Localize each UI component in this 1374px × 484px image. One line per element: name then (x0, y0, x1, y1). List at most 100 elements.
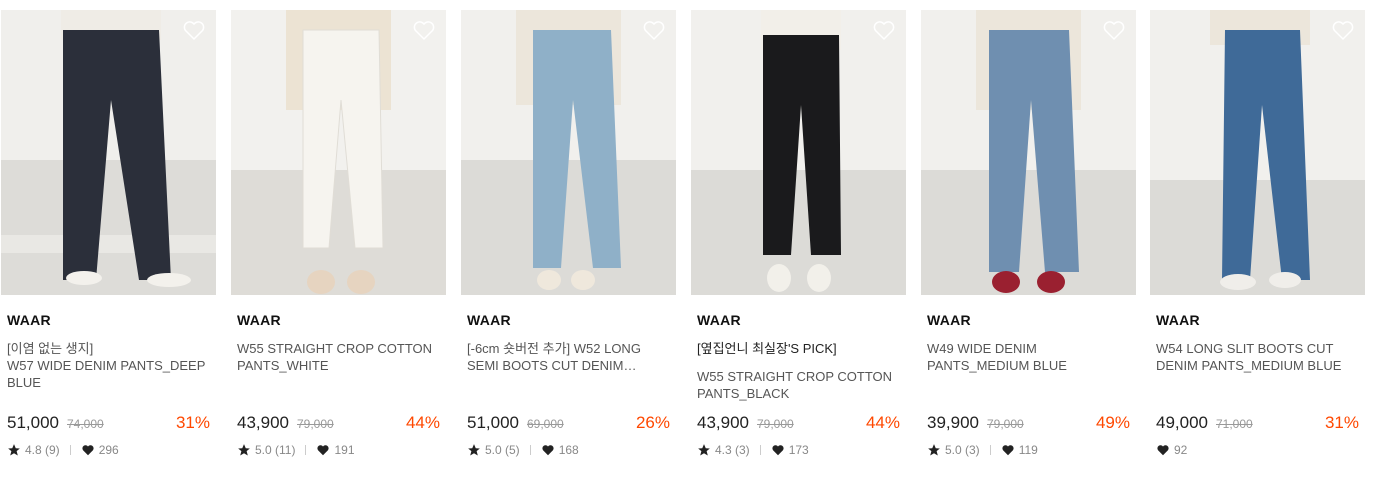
star-icon (7, 443, 21, 457)
wishlist-heart-icon[interactable] (1331, 18, 1355, 42)
jeans-photo (1, 10, 216, 295)
wishlist-heart-icon[interactable] (1102, 18, 1126, 42)
product-card[interactable]: WAAR [-6cm 숏버전 추가] W52 LONG SEMI BOOTS C… (461, 10, 676, 457)
product-card[interactable]: WAAR W49 WIDE DENIM PANTS_MEDIUM BLUE 39… (921, 10, 1136, 457)
price-row: 51,000 74,000 31% (7, 413, 210, 435)
like-count: 92 (1174, 443, 1188, 457)
star-icon (927, 443, 941, 457)
jeans-photo (231, 10, 446, 295)
original-price: 71,000 (1216, 417, 1253, 431)
original-price: 79,000 (987, 417, 1024, 431)
price-row: 43,900 79,000 44% (237, 413, 440, 435)
product-name[interactable]: W55 STRAIGHT CROP COTTON PANTS_WHITE (231, 340, 446, 390)
divider (529, 445, 531, 455)
sale-price: 43,900 (237, 413, 289, 432)
brand-name[interactable]: WAAR (1150, 312, 1365, 330)
original-price: 69,000 (527, 417, 564, 431)
like-count: 173 (788, 443, 809, 457)
like-count: 296 (98, 443, 119, 457)
meta-row: 4.3 (3) 173 (697, 441, 900, 459)
product-image[interactable] (921, 10, 1136, 295)
discount-rate: 44% (865, 413, 900, 432)
product-card[interactable]: WAAR W55 STRAIGHT CROP COTTON PANTS_WHIT… (231, 10, 446, 457)
product-title: [-6cm 숏버전 추가] W52 LONG SEMI BOOTS CUT DE… (467, 341, 641, 373)
wishlist-heart-icon[interactable] (412, 18, 436, 42)
brand-name[interactable]: WAAR (691, 312, 906, 330)
product-name[interactable]: W54 LONG SLIT BOOTS CUT DENIM PANTS_MEDI… (1150, 340, 1365, 390)
product-card[interactable]: WAAR [이염 없는 생지] W57 WIDE DENIM PANTS_DEE… (1, 10, 216, 457)
heart-icon (1156, 443, 1170, 457)
rating-text: 5.0 (11) (255, 443, 296, 457)
rating-text: 4.8 (9) (25, 443, 60, 457)
product-title[interactable]: W55 STRAIGHT CROP COTTON PANTS_BLACK (697, 368, 902, 402)
product-title: W57 WIDE DENIM PANTS_DEEP BLUE (7, 358, 206, 390)
jeans-photo (1150, 10, 1365, 295)
product-tag: [옆집언니 최실장'S PICK] (697, 341, 837, 356)
meta-row: 4.8 (9) 296 (7, 441, 210, 459)
rating-text: 4.3 (3) (715, 443, 750, 457)
jeans-photo (921, 10, 1136, 295)
price-row: 39,900 79,000 49% (927, 413, 1130, 435)
product-image[interactable] (1, 10, 216, 295)
heart-icon (81, 443, 95, 457)
price-row: 43,900 79,000 44% (697, 413, 900, 435)
product-card[interactable]: WAAR W54 LONG SLIT BOOTS CUT DENIM PANTS… (1150, 10, 1365, 457)
meta-row: 92 (1156, 441, 1359, 459)
product-name[interactable]: W49 WIDE DENIM PANTS_MEDIUM BLUE (921, 340, 1136, 390)
product-image[interactable] (461, 10, 676, 295)
product-image[interactable] (691, 10, 906, 295)
discount-rate: 26% (635, 413, 670, 432)
divider (69, 445, 71, 455)
meta-row: 5.0 (11) 191 (237, 441, 440, 459)
product-name[interactable]: [이염 없는 생지] W57 WIDE DENIM PANTS_DEEP BLU… (1, 340, 216, 390)
discount-rate: 31% (1324, 413, 1359, 432)
rating-text: 5.0 (3) (945, 443, 980, 457)
product-name[interactable]: [-6cm 숏버전 추가] W52 LONG SEMI BOOTS CUT DE… (461, 340, 676, 390)
original-price: 79,000 (757, 417, 794, 431)
brand-name[interactable]: WAAR (231, 312, 446, 330)
meta-row: 5.0 (5) 168 (467, 441, 670, 459)
sale-price: 43,900 (697, 413, 749, 432)
heart-icon (541, 443, 555, 457)
product-grid: WAAR [이염 없는 생지] W57 WIDE DENIM PANTS_DEE… (0, 0, 1374, 484)
product-tag: [이염 없는 생지] (7, 341, 94, 356)
wishlist-heart-icon[interactable] (182, 18, 206, 42)
product-image[interactable] (231, 10, 446, 295)
star-icon (697, 443, 711, 457)
product-title: W49 WIDE DENIM PANTS_MEDIUM BLUE (927, 341, 1067, 373)
sale-price: 49,000 (1156, 413, 1208, 432)
like-count: 119 (1018, 443, 1038, 457)
sale-price: 39,900 (927, 413, 979, 432)
brand-name[interactable]: WAAR (1, 312, 216, 330)
product-title: W55 STRAIGHT CROP COTTON PANTS_WHITE (237, 341, 433, 373)
discount-rate: 49% (1095, 413, 1130, 432)
like-count: 191 (334, 443, 355, 457)
wishlist-heart-icon[interactable] (872, 18, 896, 42)
wishlist-heart-icon[interactable] (642, 18, 666, 42)
discount-rate: 31% (175, 413, 210, 432)
meta-row: 5.0 (3) 119 (927, 441, 1130, 459)
divider (989, 445, 991, 455)
brand-name[interactable]: WAAR (921, 312, 1136, 330)
price-row: 51,000 69,000 26% (467, 413, 670, 435)
product-title: W54 LONG SLIT BOOTS CUT DENIM PANTS_MEDI… (1156, 341, 1342, 373)
star-icon (467, 443, 481, 457)
sale-price: 51,000 (7, 413, 59, 432)
product-image[interactable] (1150, 10, 1365, 295)
discount-rate: 44% (405, 413, 440, 432)
product-card[interactable]: WAAR [옆집언니 최실장'S PICK] W55 STRAIGHT CROP… (691, 10, 906, 457)
heart-icon (316, 443, 330, 457)
star-icon (237, 443, 251, 457)
divider (759, 445, 761, 455)
brand-name[interactable]: WAAR (461, 312, 676, 330)
heart-icon (771, 443, 785, 457)
price-row: 49,000 71,000 31% (1156, 413, 1359, 435)
rating-text: 5.0 (5) (485, 443, 520, 457)
original-price: 79,000 (297, 417, 334, 431)
jeans-photo (461, 10, 676, 295)
original-price: 74,000 (67, 417, 104, 431)
heart-icon (1001, 443, 1015, 457)
sale-price: 51,000 (467, 413, 519, 432)
divider (305, 445, 307, 455)
jeans-photo (691, 10, 906, 295)
